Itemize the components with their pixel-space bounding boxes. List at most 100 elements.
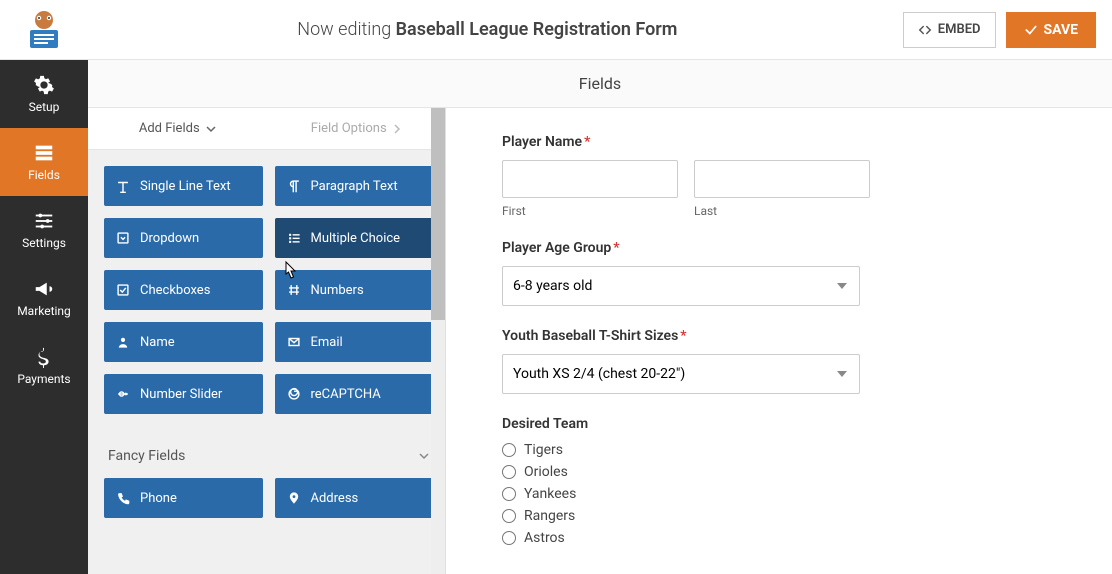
code-icon <box>918 23 932 37</box>
field-type-numbers[interactable]: Numbers <box>275 270 434 310</box>
tab-field-options[interactable]: Field Options <box>267 108 446 149</box>
field-age-group[interactable]: Player Age Group* 6-8 years old <box>502 240 1056 306</box>
field-type-phone[interactable]: Phone <box>104 478 263 518</box>
sidenav-label: Payments <box>17 372 70 386</box>
chevron-down-icon <box>206 124 216 134</box>
field-type-name[interactable]: Name <box>104 322 263 362</box>
save-button[interactable]: SAVE <box>1006 12 1097 48</box>
sublabel-first: First <box>502 204 678 218</box>
field-type-single-line-text[interactable]: Single Line Text <box>104 166 263 206</box>
check-icon <box>1024 23 1038 37</box>
fields-scroll[interactable]: Single Line Text Paragraph Text Dropdown Mu… <box>88 150 445 574</box>
gear-icon <box>33 74 55 96</box>
field-label: Desired Team <box>502 416 1056 432</box>
radio-option[interactable]: Rangers <box>502 508 1056 524</box>
sidenav-label: Marketing <box>17 304 71 318</box>
sidenav-item-fields[interactable]: Fields <box>0 128 88 196</box>
pin-icon <box>287 491 301 505</box>
field-type-paragraph-text[interactable]: Paragraph Text <box>275 166 434 206</box>
radio-input[interactable] <box>502 465 516 479</box>
google-icon <box>287 387 301 401</box>
radio-label: Rangers <box>524 508 575 524</box>
field-type-label: Checkboxes <box>140 283 210 298</box>
field-label: Youth Baseball T-Shirt Sizes* <box>502 328 1056 344</box>
mail-icon <box>287 335 301 349</box>
field-type-label: Dropdown <box>140 231 199 246</box>
field-type-checkboxes[interactable]: Checkboxes <box>104 270 263 310</box>
sidenav-item-payments[interactable]: Payments <box>0 332 88 400</box>
radio-input[interactable] <box>502 509 516 523</box>
field-type-label: Number Slider <box>140 387 222 402</box>
required-mark: * <box>613 240 619 256</box>
radio-input[interactable] <box>502 443 516 457</box>
age-group-select[interactable]: 6-8 years old <box>502 266 860 306</box>
section-label: Fancy Fields <box>108 448 185 464</box>
radio-label: Orioles <box>524 464 568 480</box>
field-type-dropdown[interactable]: Dropdown <box>104 218 263 258</box>
tab-label: Field Options <box>311 121 387 136</box>
sidenav-item-settings[interactable]: Settings <box>0 196 88 264</box>
field-type-label: Address <box>311 491 359 506</box>
required-mark: * <box>584 134 590 150</box>
field-player-name[interactable]: Player Name* First Last <box>502 134 1056 218</box>
sidenav-label: Fields <box>28 168 60 182</box>
fields-panel: Add Fields Field Options Single Line Tex… <box>88 108 446 574</box>
tab-add-fields[interactable]: Add Fields <box>88 108 267 149</box>
tab-label: Add Fields <box>139 121 200 136</box>
top-buttons: EMBED SAVE <box>903 12 1096 48</box>
sidenav-label: Setup <box>29 100 60 114</box>
embed-label: EMBED <box>938 22 981 37</box>
app-logo <box>16 8 72 52</box>
scrollbar-thumb[interactable] <box>431 108 445 320</box>
save-label: SAVE <box>1044 22 1079 38</box>
field-type-email[interactable]: Email <box>275 322 434 362</box>
tshirt-select[interactable]: Youth XS 2/4 (chest 20-22") <box>502 354 860 394</box>
radio-option[interactable]: Astros <box>502 530 1056 546</box>
user-icon <box>116 335 130 349</box>
field-type-multiple-choice[interactable]: Multiple Choice <box>275 218 434 258</box>
field-type-label: Single Line Text <box>140 179 231 194</box>
form-title: Baseball League Registration Form <box>396 19 678 40</box>
chevron-down-icon <box>419 451 429 461</box>
paragraph-icon <box>287 179 301 193</box>
field-tshirt[interactable]: Youth Baseball T-Shirt Sizes* Youth XS 2… <box>502 328 1056 394</box>
slider-icon <box>116 387 130 401</box>
fancy-fields-header[interactable]: Fancy Fields <box>104 438 433 478</box>
required-mark: * <box>680 328 686 344</box>
last-name-input[interactable] <box>694 160 870 198</box>
field-type-recaptcha[interactable]: reCAPTCHA <box>275 374 434 414</box>
sidenav: Setup Fields Settings Marketing Payments <box>0 60 88 574</box>
hash-icon <box>287 283 301 297</box>
field-type-label: Paragraph Text <box>311 179 398 194</box>
chevron-right-icon <box>393 124 401 134</box>
field-type-number-slider[interactable]: Number Slider <box>104 374 263 414</box>
field-type-label: reCAPTCHA <box>311 387 381 402</box>
editing-prefix: Now editing <box>297 19 395 40</box>
dollar-icon <box>33 346 55 368</box>
field-label: Player Age Group* <box>502 240 1056 256</box>
field-desired-team[interactable]: Desired Team Tigers Orioles Yankees Rangers… <box>502 416 1056 546</box>
field-type-address[interactable]: Address <box>275 478 434 518</box>
logo-icon <box>16 8 72 52</box>
radio-input[interactable] <box>502 487 516 501</box>
caret-square-icon <box>116 231 130 245</box>
list-icon <box>287 231 301 245</box>
embed-button[interactable]: EMBED <box>903 12 996 48</box>
sidenav-label: Settings <box>22 236 66 250</box>
radio-option[interactable]: Yankees <box>502 486 1056 502</box>
radio-input[interactable] <box>502 531 516 545</box>
field-type-label: Phone <box>140 491 177 506</box>
radio-label: Tigers <box>524 442 563 458</box>
check-square-icon <box>116 283 130 297</box>
radio-option[interactable]: Tigers <box>502 442 1056 458</box>
panel-header: Fields <box>88 60 1112 108</box>
radio-option[interactable]: Orioles <box>502 464 1056 480</box>
form-preview: Player Name* First Last Player Age Group <box>446 108 1112 574</box>
first-name-input[interactable] <box>502 160 678 198</box>
page-title: Now editing Baseball League Registration… <box>72 19 903 40</box>
field-type-label: Email <box>311 335 343 350</box>
sidenav-item-marketing[interactable]: Marketing <box>0 264 88 332</box>
topbar: Now editing Baseball League Registration… <box>0 0 1112 60</box>
sidenav-item-setup[interactable]: Setup <box>0 60 88 128</box>
sublabel-last: Last <box>694 204 870 218</box>
